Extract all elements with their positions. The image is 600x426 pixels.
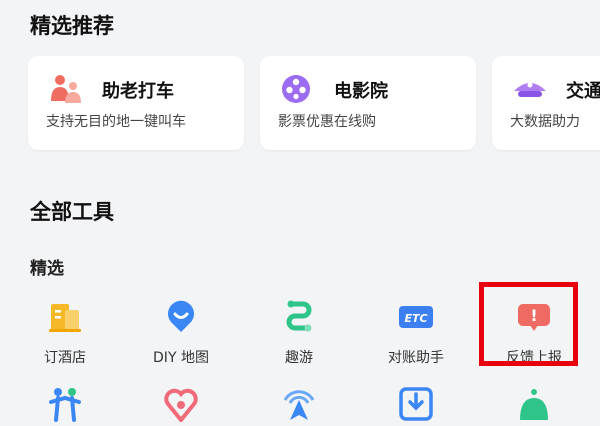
tool-row2-item-5[interactable] — [479, 386, 589, 426]
film-reel-icon — [282, 75, 310, 103]
tool-diy-map[interactable]: DIY 地图 — [126, 298, 236, 378]
recommend-card-desc: 大数据助力 — [510, 114, 580, 130]
recommend-card-name: 电影院 — [334, 81, 388, 102]
recommend-card-name: 助老打车 — [102, 81, 174, 102]
heart-location-icon — [164, 388, 198, 422]
hotel-building-icon — [49, 304, 81, 332]
tool-row2-item-2[interactable] — [126, 386, 236, 426]
tool-label: 订酒店 — [44, 350, 86, 366]
map-pin-smile-icon — [168, 300, 194, 332]
tool-label: DIY 地图 — [153, 350, 209, 366]
highlight-box — [479, 282, 578, 366]
route-path-icon — [286, 300, 312, 332]
recommend-card-desc: 支持无目的地一键叫车 — [46, 114, 186, 130]
bell-mountain-icon — [520, 389, 548, 420]
navigation-arrow-icon — [283, 390, 315, 420]
recommend-card-desc: 影票优惠在线购 — [278, 114, 376, 130]
recommend-card-elderly-taxi[interactable]: 助老打车 支持无目的地一键叫车 — [28, 56, 244, 150]
recommend-card-traffic[interactable]: 交通 大数据助力 — [492, 56, 600, 150]
tool-row2-item-4[interactable] — [361, 386, 471, 426]
tool-row2-item-1[interactable] — [10, 386, 120, 426]
traffic-police-cap-icon — [514, 82, 546, 97]
svg-text:ETC: ETC — [404, 312, 427, 325]
tool-label: 趣游 — [285, 350, 313, 366]
featured-subtitle: 精选 — [30, 259, 64, 279]
tool-row2-item-3[interactable] — [244, 386, 354, 426]
recommend-section-title: 精选推荐 — [30, 14, 114, 38]
recommend-card-name: 交通 — [566, 81, 600, 102]
tool-fun-travel[interactable]: 趣游 — [244, 298, 354, 378]
download-tray-icon — [399, 387, 433, 421]
tool-hotel[interactable]: 订酒店 — [10, 298, 120, 378]
all-tools-title: 全部工具 — [30, 200, 114, 224]
etc-card-icon: ETC — [399, 306, 433, 328]
elderly-people-icon — [51, 75, 81, 103]
tool-label: 对账助手 — [388, 350, 444, 366]
people-running-icon — [49, 388, 81, 422]
recommend-card-cinema[interactable]: 电影院 影票优惠在线购 — [260, 56, 476, 150]
tool-reconciliation[interactable]: ETC 对账助手 — [361, 298, 471, 378]
recommend-card-row: 助老打车 支持无目的地一键叫车 电影院 影票优惠在线购 交通 大数据助力 — [0, 56, 600, 152]
